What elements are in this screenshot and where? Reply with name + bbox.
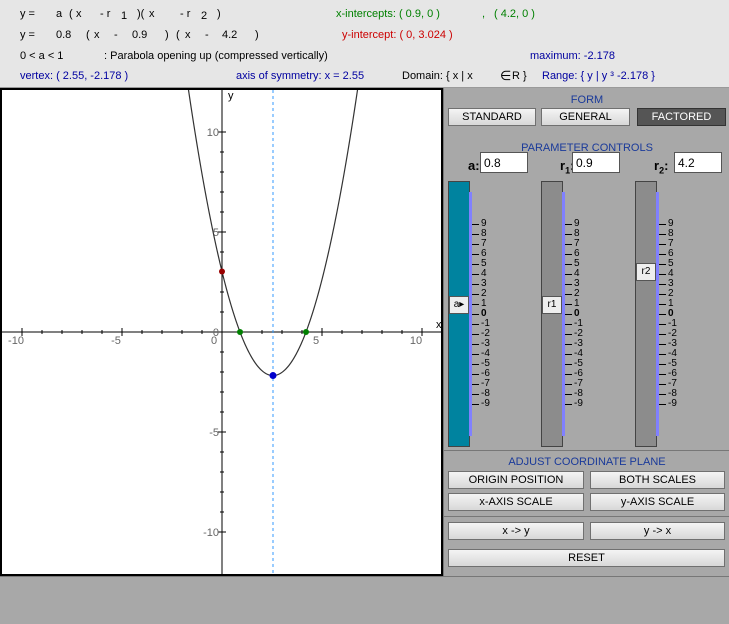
x-tick-label: 5 xyxy=(313,335,319,347)
param-a-input[interactable] xyxy=(480,152,528,173)
vertex-text: vertex: ( 2.55, -2.178 ) xyxy=(20,70,129,82)
vertex-point xyxy=(269,372,277,380)
eq-specific-r2: 4.2 xyxy=(222,29,238,41)
y-axis-label: y xyxy=(228,90,234,102)
slider-tick-label: -9 xyxy=(472,399,494,409)
param-r1-input[interactable] xyxy=(572,152,620,173)
x-intercept-point xyxy=(303,329,309,335)
both-scales-button[interactable]: BOTH SCALES xyxy=(590,471,725,489)
y-tick-label: -5 xyxy=(209,427,219,439)
eq-general-r: - r xyxy=(100,8,111,20)
slider-r1-track[interactable] xyxy=(541,181,563,447)
slider-a-track[interactable] xyxy=(448,181,470,447)
x-intercepts-text: x-intercepts: ( 0.9, 0 ) xyxy=(336,8,440,20)
eq-specific-paren: ( xyxy=(86,29,90,41)
domain-text: Domain: { x | x xyxy=(402,70,473,82)
coordinate-plane[interactable]: -10 -5 0 5 101050-5-10xy xyxy=(2,90,441,574)
eq-specific-paren2: ( xyxy=(176,29,180,41)
x-axis-label: x xyxy=(436,319,441,331)
control-panel: FORM STANDARD GENERAL FACTORED PARAMETER… xyxy=(443,88,729,576)
x-to-y-button[interactable]: x -> y xyxy=(448,522,584,540)
y-tick-label: -10 xyxy=(203,527,219,539)
slider-tick-label: -9 xyxy=(565,399,587,409)
slider-r2-ticks: 9 8 7 6 5 4 3 2 1 0 -1 -2 -3 -4 -5 -6 -7 -8 -9 xyxy=(659,219,681,409)
standard-form-button[interactable]: STANDARD xyxy=(448,108,536,126)
y-to-x-button[interactable]: y -> x xyxy=(590,522,725,540)
a-condition: 0 < a < 1 xyxy=(20,50,64,62)
x-intercepts-sep: , xyxy=(482,8,486,20)
x-intercept-point xyxy=(237,329,243,335)
origin-position-button[interactable]: ORIGIN POSITION xyxy=(448,471,584,489)
eq-general-a: a xyxy=(56,8,63,20)
eq-specific-close: ) xyxy=(165,29,169,41)
parabola-description: : Parabola opening up (compressed vertic… xyxy=(104,50,328,62)
domain-set: R } xyxy=(512,70,527,82)
reset-button[interactable]: RESET xyxy=(448,549,725,567)
general-form-button[interactable]: GENERAL xyxy=(541,108,630,126)
eq-general-x2: x xyxy=(149,8,155,20)
element-of-icon: ∈ xyxy=(500,68,512,83)
eq-specific-y: y = xyxy=(20,29,35,41)
eq-general-paren3: ) xyxy=(217,8,221,20)
y-intercept-point xyxy=(219,268,225,275)
eq-specific-minus2: - xyxy=(205,29,209,41)
slider-r1-knob[interactable]: r1 xyxy=(542,296,562,314)
range-text: Range: { y | y ³ -2.178 } xyxy=(542,70,655,82)
y-tick-label: 10 xyxy=(207,127,219,139)
y-intercept-text: y-intercept: ( 0, 3.024 ) xyxy=(342,29,453,41)
eq-general-r2: - r xyxy=(180,8,191,20)
slider-a-knob[interactable]: a▸ xyxy=(449,296,469,314)
eq-specific-r1: 0.9 xyxy=(132,29,148,41)
slider-r2-knob[interactable]: r2 xyxy=(636,263,656,281)
graph-area[interactable]: -10 -5 0 5 10 10 5 0 -5 -10 x y xyxy=(0,88,443,576)
x-tick-label: -10 xyxy=(8,335,24,347)
param-r2-label: r2: xyxy=(654,158,669,176)
eq-specific-minus: - xyxy=(114,29,118,41)
eq-general-paren: ( xyxy=(69,8,73,20)
x-axis-scale-button[interactable]: x-AXIS SCALE xyxy=(448,493,584,511)
divider xyxy=(444,516,729,517)
eq-specific-close2: ) xyxy=(255,29,259,41)
y-axis-scale-button[interactable]: y-AXIS SCALE xyxy=(590,493,725,511)
eq-general-sub1: 1 xyxy=(121,10,128,22)
y-tick-label: 0 xyxy=(213,327,219,339)
x-tick-label: -5 xyxy=(111,335,121,347)
eq-specific-x: x xyxy=(94,29,100,41)
slider-tick-label: -9 xyxy=(659,399,681,409)
factored-form-button[interactable]: FACTORED xyxy=(637,108,726,126)
status-bar xyxy=(0,576,729,624)
slider-a-ticks: 9 8 7 6 5 4 3 2 1 0 -1 -2 -3 -4 -5 -6 -7 -8 -9 xyxy=(472,219,494,409)
eq-specific-a: 0.8 xyxy=(56,29,72,41)
axis-symmetry-text: axis of symmetry: x = 2.55 xyxy=(236,70,365,82)
param-r2-input[interactable] xyxy=(674,152,722,173)
eq-general-y: y = xyxy=(20,8,35,20)
eq-specific-x2: x xyxy=(185,29,191,41)
eq-general-paren2: )( xyxy=(137,8,145,20)
x-tick-label: 10 xyxy=(410,335,422,347)
info-panel: y = a ( x - r 1 )( x - r 2 ) x-intercept… xyxy=(0,0,729,88)
eq-general-sub2: 2 xyxy=(201,10,208,22)
eq-general-x: x xyxy=(76,8,82,20)
param-a-label: a: xyxy=(468,158,480,173)
extremum-text: maximum: -2.178 xyxy=(530,50,615,62)
slider-r2-track[interactable] xyxy=(635,181,657,447)
slider-r1-ticks: 9 8 7 6 5 4 3 2 1 0 -1 -2 -3 -4 -5 -6 -7 -8 -9 xyxy=(565,219,587,409)
divider xyxy=(444,450,729,451)
x-intercept-second: ( 4.2, 0 ) xyxy=(494,8,535,20)
coordinate-plane-header: ADJUST COORDINATE PLANE xyxy=(508,456,666,468)
form-header: FORM xyxy=(570,94,604,106)
